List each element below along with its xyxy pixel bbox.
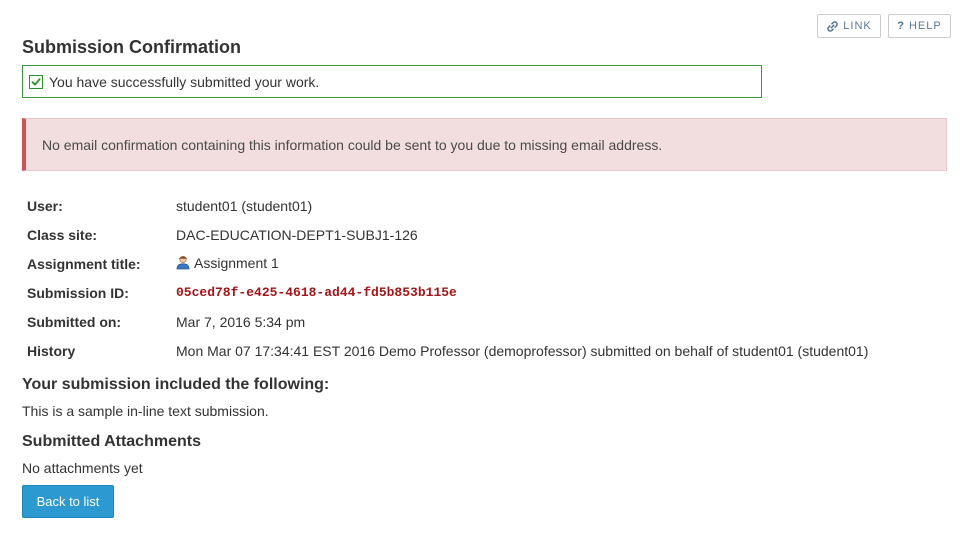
help-button[interactable]: ? HELP	[888, 14, 951, 38]
success-message-text: You have successfully submitted your wor…	[49, 73, 320, 90]
submission-contents-heading: Your submission included the following:	[22, 376, 330, 393]
submitted-on-value: Mar 7, 2016 5:34 pm	[176, 313, 306, 330]
submission-id-value: 05ced78f-e425-4618-ad44-fd5b853b115e	[176, 285, 457, 300]
history-value: Mon Mar 07 17:34:41 EST 2016 Demo Profes…	[176, 342, 869, 359]
submission-id-label: Submission ID:	[27, 284, 129, 301]
link-icon	[826, 20, 839, 33]
class-site-value: DAC-EDUCATION-DEPT1-SUBJ1-126	[176, 226, 418, 243]
warning-message-text: No email confirmation containing this in…	[42, 136, 663, 153]
submission-confirmation-page: LINK ? HELP Submission Confirmation You …	[0, 0, 964, 555]
question-mark-icon: ?	[897, 20, 905, 32]
detail-row-submission-id: Submission ID: 05ced78f-e425-4618-ad44-f…	[22, 278, 868, 307]
assignment-title-value: Assignment 1	[194, 254, 279, 271]
assignment-title-cell: Assignment 1	[176, 249, 868, 278]
success-message: You have successfully submitted your wor…	[22, 65, 762, 98]
attachments-heading: Submitted Attachments	[22, 433, 201, 450]
help-button-label: HELP	[908, 20, 942, 32]
submission-details-table: User: student01 (student01) Class site: …	[22, 191, 868, 365]
detail-row-assignment-title: Assignment title: Assignment 1	[22, 249, 868, 278]
detail-row-history: History Mon Mar 07 17:34:41 EST 2016 Dem…	[22, 336, 868, 365]
submission-contents-text: This is a sample in-line text submission…	[22, 403, 269, 419]
attachments-text: No attachments yet	[22, 460, 143, 476]
user-label: User:	[27, 197, 63, 214]
checkbox-checked-icon	[29, 74, 43, 89]
warning-message: No email confirmation containing this in…	[22, 118, 947, 171]
detail-row-submitted-on: Submitted on: Mar 7, 2016 5:34 pm	[22, 307, 868, 336]
back-to-list-button[interactable]: Back to list	[22, 485, 114, 518]
submitted-on-label: Submitted on:	[27, 313, 122, 330]
history-label: History	[27, 342, 76, 359]
class-site-label: Class site:	[27, 226, 98, 243]
page-title: Submission Confirmation	[22, 37, 242, 57]
user-value: student01 (student01)	[176, 197, 313, 214]
assignment-title-label: Assignment title:	[27, 255, 141, 272]
detail-row-class-site: Class site: DAC-EDUCATION-DEPT1-SUBJ1-12…	[22, 220, 868, 249]
person-icon	[176, 255, 190, 273]
top-actions: LINK ? HELP	[817, 14, 951, 38]
link-button-label: LINK	[843, 20, 872, 32]
detail-row-user: User: student01 (student01)	[22, 191, 868, 220]
link-button[interactable]: LINK	[817, 14, 881, 38]
